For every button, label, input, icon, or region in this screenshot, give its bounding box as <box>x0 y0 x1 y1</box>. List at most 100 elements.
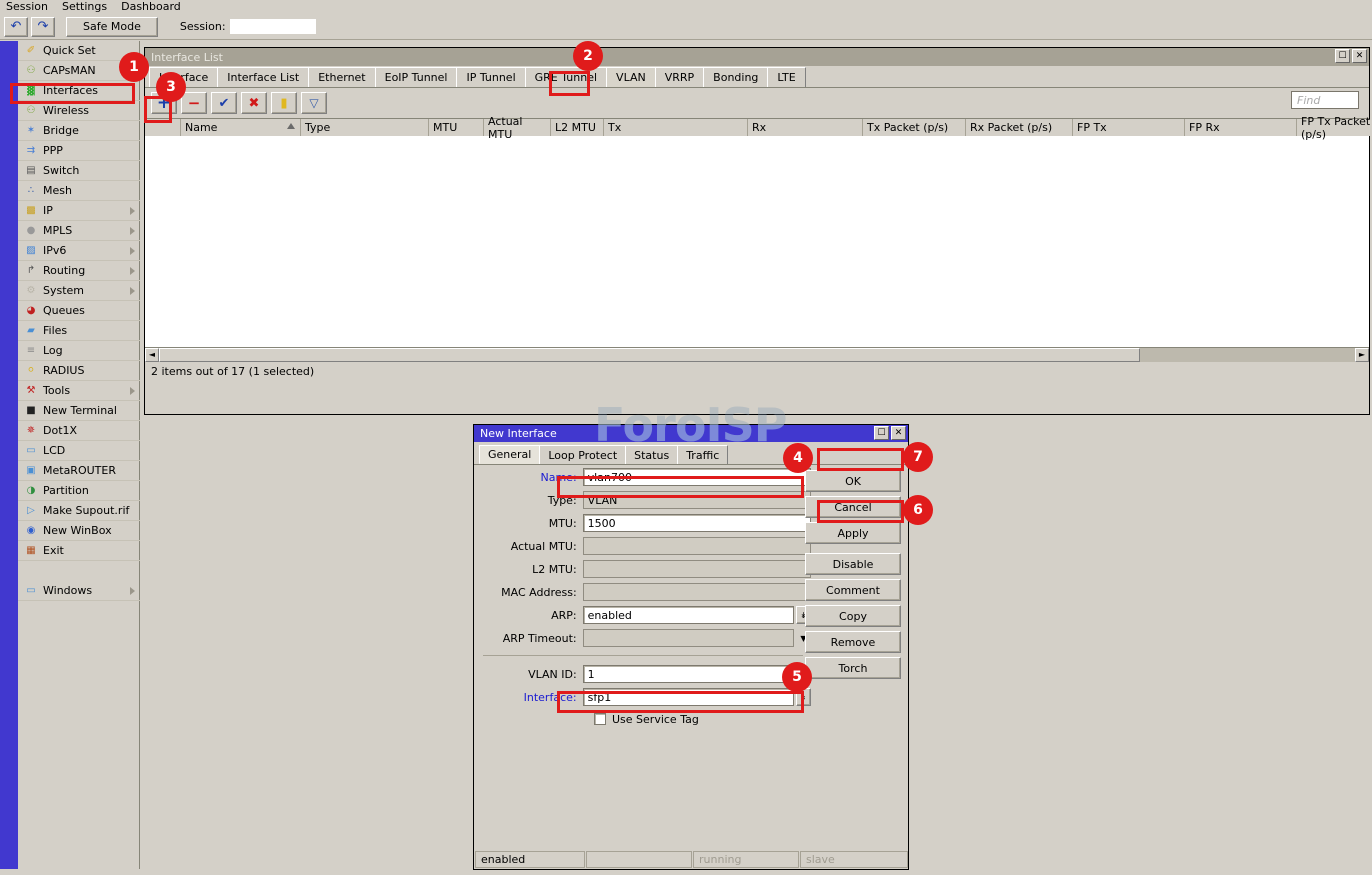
comment-button[interactable]: ▮ <box>271 92 297 114</box>
column-header-fp-rx[interactable]: FP Rx <box>1185 119 1297 136</box>
use-service-tag-row[interactable]: Use Service Tag <box>475 709 811 729</box>
tab-gre-tunnel[interactable]: GRE Tunnel <box>525 67 607 87</box>
tab-eoip-tunnel[interactable]: EoIP Tunnel <box>375 67 458 87</box>
close-icon[interactable]: ✕ <box>891 426 906 440</box>
copy-button[interactable]: Copy <box>805 605 901 627</box>
column-header-mtu[interactable]: MTU <box>429 119 484 136</box>
field-name[interactable]: vlan700 <box>583 468 811 486</box>
tab-vlan[interactable]: VLAN <box>606 67 656 87</box>
column-header-label: L2 MTU <box>555 121 596 134</box>
sidebar-item-metarouter[interactable]: ▣MetaROUTER <box>18 461 140 481</box>
tab-ip-tunnel[interactable]: IP Tunnel <box>456 67 525 87</box>
sidebar-item-new-winbox[interactable]: ◉New WinBox <box>18 521 140 541</box>
column-header-rx[interactable]: Rx <box>748 119 863 136</box>
sidebar-item-label: Quick Set <box>43 44 96 57</box>
remove-button[interactable]: Remove <box>805 631 901 653</box>
dialog-tab-status[interactable]: Status <box>625 445 678 464</box>
sidebar-item-bridge[interactable]: ✶Bridge <box>18 121 140 141</box>
disable-button[interactable]: ✖ <box>241 92 267 114</box>
tab-label: LTE <box>777 71 795 84</box>
sidebar-item-queues[interactable]: ◕Queues <box>18 301 140 321</box>
tab-ethernet[interactable]: Ethernet <box>308 67 375 87</box>
column-header-rx-packet-p-s[interactable]: Rx Packet (p/s) <box>966 119 1073 136</box>
tab-interface-list[interactable]: Interface List <box>217 67 309 87</box>
remove-button[interactable]: − <box>181 92 207 114</box>
step-badge-7: 7 <box>903 442 933 472</box>
dialog-tab-general[interactable]: General <box>479 445 540 464</box>
sidebar-item-dot1x[interactable]: ✵Dot1X <box>18 421 140 441</box>
sidebar-item-switch[interactable]: ▤Switch <box>18 161 140 181</box>
sidebar-item-log[interactable]: ≡Log <box>18 341 140 361</box>
interface-table-body[interactable] <box>145 135 1369 348</box>
column-header-tx[interactable]: Tx <box>604 119 748 136</box>
session-input[interactable] <box>229 18 317 35</box>
sidebar-item-mesh[interactable]: ∴Mesh <box>18 181 140 201</box>
label-name[interactable]: Name: <box>475 471 583 484</box>
sidebar-item-wireless[interactable]: ⚇Wireless <box>18 101 140 121</box>
sidebar-item-ip[interactable]: ▩IP <box>18 201 140 221</box>
maximize-icon[interactable]: ☐ <box>874 426 889 440</box>
menu-item-session[interactable]: Session <box>6 0 48 14</box>
column-header-fp-tx-packet-p-s[interactable]: FP Tx Packet (p/s) <box>1297 119 1372 136</box>
sidebar-item-routing[interactable]: ↱Routing <box>18 261 140 281</box>
sidebar-item-system[interactable]: ⚙System <box>18 281 140 301</box>
scrollbar-thumb[interactable] <box>159 348 1140 362</box>
sidebar-item-interfaces[interactable]: ▓Interfaces <box>18 81 140 101</box>
field-arp[interactable]: enabled <box>583 606 794 624</box>
column-header-name[interactable]: Name <box>181 119 301 136</box>
undo-arrow-icon[interactable]: ↶ <box>4 17 28 37</box>
folder-icon: ▰ <box>22 324 40 338</box>
dialog-tab-loop-protect[interactable]: Loop Protect <box>539 445 626 464</box>
safe-mode-button[interactable]: Safe Mode <box>66 17 158 37</box>
dialog-tab-traffic[interactable]: Traffic <box>677 445 728 464</box>
cancel-button[interactable]: Cancel <box>805 496 901 518</box>
sidebar-item-lcd[interactable]: ▭LCD <box>18 441 140 461</box>
dialog-status-bar: enabledrunningslave <box>475 851 909 868</box>
torch-button[interactable]: Torch <box>805 657 901 679</box>
sidebar-item-label: Log <box>43 344 63 357</box>
column-header-l2-mtu[interactable]: L2 MTU <box>551 119 604 136</box>
column-header-actual-mtu[interactable]: Actual MTU <box>484 119 551 136</box>
disable-button[interactable]: Disable <box>805 553 901 575</box>
tab-vrrp[interactable]: VRRP <box>655 67 704 87</box>
maximize-icon[interactable]: ☐ <box>1335 49 1350 63</box>
sidebar-item-radius[interactable]: ⚪RADIUS <box>18 361 140 381</box>
horizontal-scrollbar[interactable]: ◄ ► <box>145 348 1369 362</box>
field-vlan-id[interactable]: 1 <box>583 665 811 683</box>
sidebar-item-exit[interactable]: ▦Exit <box>18 541 140 561</box>
field-interface[interactable]: sfp1 <box>583 688 794 706</box>
column-header-tx-packet-p-s[interactable]: Tx Packet (p/s) <box>863 119 966 136</box>
column-header-type[interactable]: Type <box>301 119 429 136</box>
label-interface[interactable]: Interface: <box>475 691 583 704</box>
use-service-tag-checkbox[interactable] <box>594 713 606 725</box>
tab-lte[interactable]: LTE <box>767 67 805 87</box>
column-header-blank[interactable] <box>145 119 181 136</box>
scroll-right-icon[interactable]: ► <box>1355 348 1369 362</box>
sidebar-item-tools[interactable]: ⚒Tools <box>18 381 140 401</box>
comment-button[interactable]: Comment <box>805 579 901 601</box>
scrollbar-track[interactable] <box>159 348 1355 362</box>
tab-bonding[interactable]: Bonding <box>703 67 768 87</box>
column-header-fp-tx[interactable]: FP Tx <box>1073 119 1185 136</box>
sidebar-item-make-supout-rif[interactable]: ▷Make Supout.rif <box>18 501 140 521</box>
apply-button[interactable]: Apply <box>805 522 901 544</box>
menu-item-dashboard[interactable]: Dashboard <box>121 0 181 14</box>
sidebar-item-new-terminal[interactable]: ■New Terminal <box>18 401 140 421</box>
ok-button[interactable]: OK <box>805 470 901 492</box>
filter-button[interactable]: ▽ <box>301 92 327 114</box>
menu-item-settings[interactable]: Settings <box>62 0 107 14</box>
find-input[interactable]: Find <box>1291 91 1359 109</box>
scroll-left-icon[interactable]: ◄ <box>145 348 159 362</box>
sidebar-item-ppp[interactable]: ⇉PPP <box>18 141 140 161</box>
redo-arrow-icon[interactable]: ↷ <box>31 17 55 37</box>
form-row-interface: Interface:sfp1↡ <box>475 686 811 708</box>
field-mtu[interactable]: 1500 <box>583 514 811 532</box>
sidebar-item-partition[interactable]: ◑Partition <box>18 481 140 501</box>
close-icon[interactable]: ✕ <box>1352 49 1367 63</box>
sidebar-item-ipv6[interactable]: ▨IPv6 <box>18 241 140 261</box>
mpls-icon: ● <box>22 224 40 238</box>
enable-button[interactable]: ✔ <box>211 92 237 114</box>
sidebar-item-mpls[interactable]: ●MPLS <box>18 221 140 241</box>
sidebar-item-windows[interactable]: ▭Windows <box>18 581 140 601</box>
sidebar-item-files[interactable]: ▰Files <box>18 321 140 341</box>
